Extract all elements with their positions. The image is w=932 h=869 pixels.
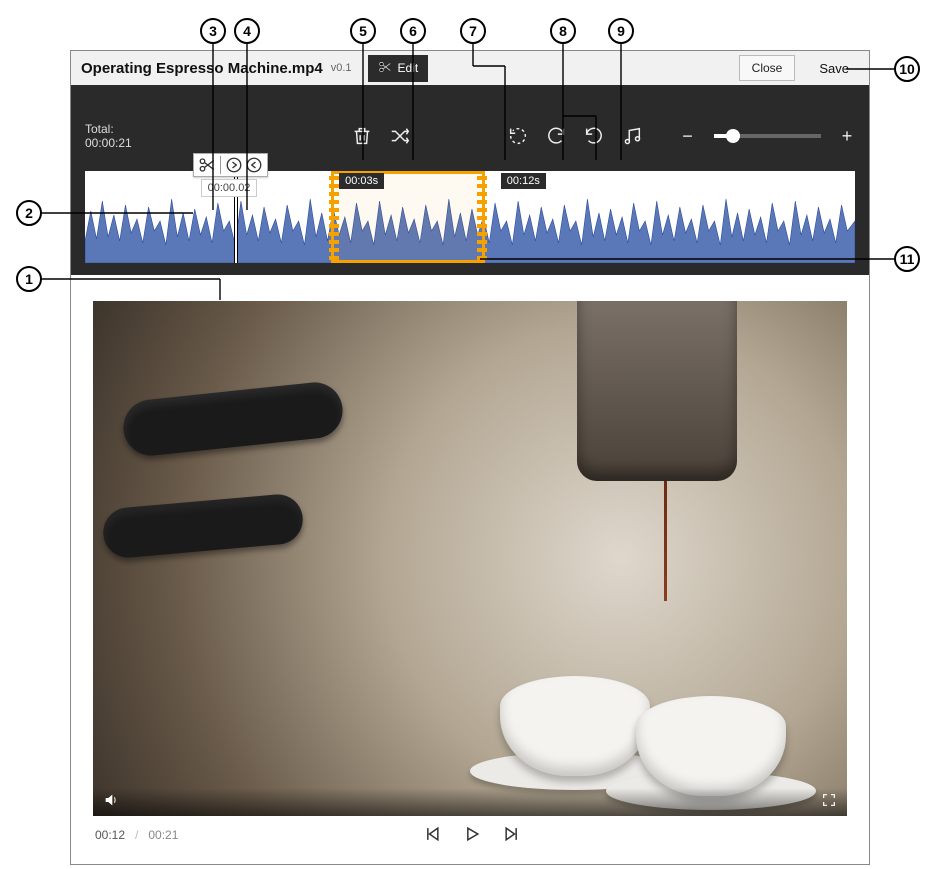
undo-icon[interactable] — [583, 125, 605, 147]
redo-icon[interactable] — [545, 125, 567, 147]
delete-icon[interactable] — [351, 125, 373, 147]
callout-6: 6 — [400, 18, 426, 44]
next-frame-button[interactable] — [502, 824, 522, 847]
scissors-icon — [378, 60, 392, 77]
waveform-area: 00:00.02 00:03s 00:12s — [71, 157, 869, 275]
callout-3: 3 — [200, 18, 226, 44]
transport-bar: 00:12 / 00:21 — [93, 816, 847, 854]
selection-end-label: 00:12s — [501, 173, 546, 189]
transport-total-time: 00:21 — [148, 828, 178, 842]
step-forward-button[interactable] — [225, 156, 243, 174]
zoom-in-button[interactable]: + — [839, 126, 855, 147]
cut-button[interactable] — [198, 156, 216, 174]
zoom-slider-thumb[interactable] — [726, 129, 740, 143]
callout-5: 5 — [350, 18, 376, 44]
playhead-time-label: 00:00.02 — [201, 179, 258, 197]
callout-8: 8 — [550, 18, 576, 44]
close-button[interactable]: Close — [739, 55, 796, 81]
file-title: Operating Espresso Machine.mp4 — [81, 60, 323, 77]
callout-7: 7 — [460, 18, 486, 44]
selection-start-label: 00:03s — [339, 173, 384, 189]
music-icon[interactable] — [621, 125, 643, 147]
playhead-toolbar — [193, 153, 268, 177]
play-button[interactable] — [462, 824, 482, 847]
save-button[interactable]: Save — [809, 56, 859, 81]
transport-separator: / — [135, 828, 138, 842]
callout-11: 11 — [894, 246, 920, 272]
zoom-slider[interactable] — [714, 134, 821, 138]
zoom-out-button[interactable]: − — [679, 126, 695, 147]
video-editor-window: Operating Espresso Machine.mp4 v0.1 Edit… — [70, 50, 870, 865]
shuffle-icon[interactable] — [389, 125, 411, 147]
fullscreen-icon[interactable] — [821, 792, 837, 813]
timeline-toolbar: Total: 00:00:21 — [71, 115, 869, 157]
step-back-button[interactable] — [245, 156, 263, 174]
callout-9: 9 — [608, 18, 634, 44]
video-preview[interactable] — [93, 301, 847, 816]
timeline-panel: Total: 00:00:21 — [71, 85, 869, 275]
transport-current-time: 00:12 — [95, 828, 125, 842]
callout-10: 10 — [894, 56, 920, 82]
prev-frame-button[interactable] — [422, 824, 442, 847]
video-overlay-bar — [93, 788, 847, 816]
file-version: v0.1 — [331, 62, 352, 74]
video-area: 00:12 / 00:21 — [71, 275, 869, 864]
callout-2: 2 — [16, 200, 42, 226]
volume-icon[interactable] — [103, 792, 119, 813]
total-duration-label: Total: 00:00:21 — [85, 122, 155, 150]
edit-button[interactable]: Edit — [368, 55, 429, 82]
callout-1: 1 — [16, 266, 42, 292]
callout-4: 4 — [234, 18, 260, 44]
reset-icon[interactable] — [507, 125, 529, 147]
header-bar: Operating Espresso Machine.mp4 v0.1 Edit… — [71, 51, 869, 85]
edit-button-label: Edit — [398, 61, 419, 75]
